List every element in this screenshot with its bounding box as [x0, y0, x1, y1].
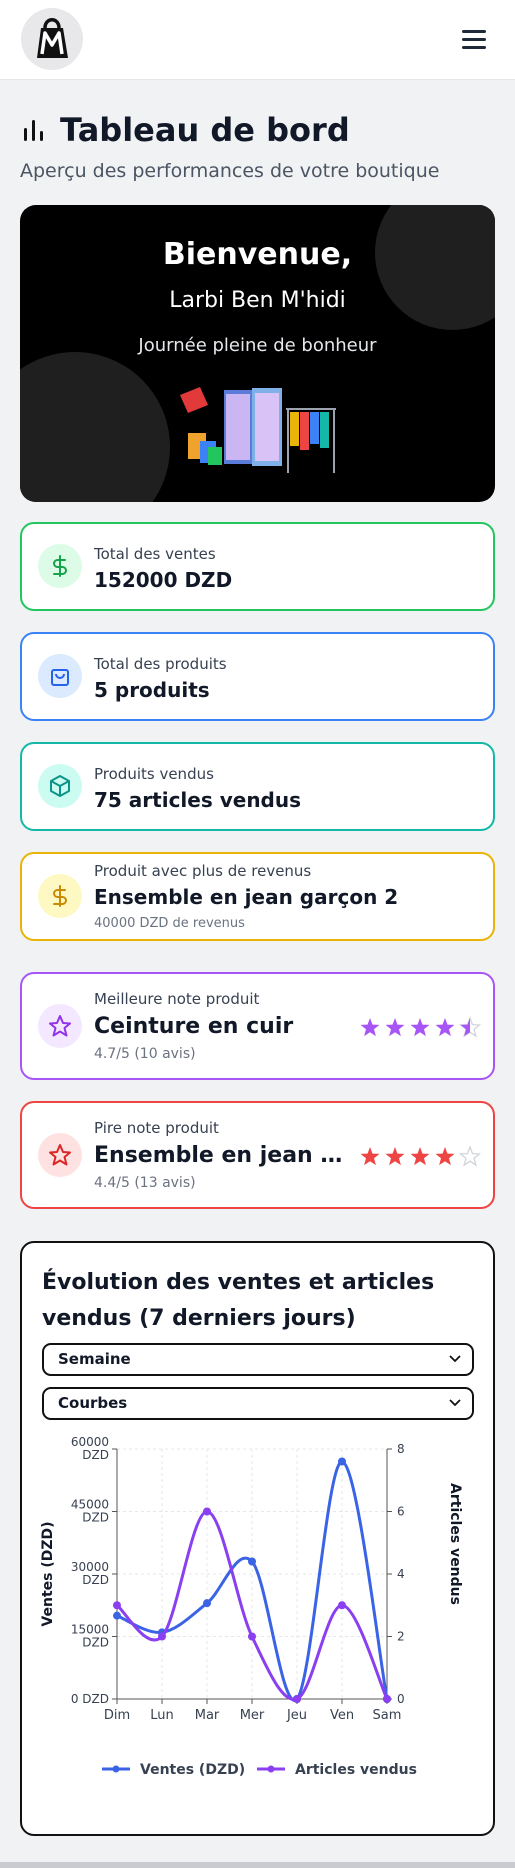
dollar-icon — [38, 544, 82, 588]
welcome-banner: Bienvenue, Larbi Ben M'hidi Journée plei… — [20, 205, 495, 502]
star-filled-icon — [410, 1018, 430, 1037]
stat-value: Ensemble en jean garçon 2 — [94, 885, 399, 909]
stat-subtext: 40000 DZD de revenus — [94, 916, 245, 931]
shop-illustration — [180, 387, 336, 473]
x-tick-label: Mer — [240, 1708, 265, 1723]
stat-label: Produits vendus — [94, 765, 214, 783]
stat-card-worst-rated-product: Pire note produit Ensemble en jean garço… — [20, 1101, 495, 1209]
shopping-bag-m-logo-icon — [37, 18, 68, 58]
stat-label: Total des ventes — [94, 545, 216, 563]
stat-card-total-sales: Total des ventes 152000 DZD — [20, 522, 495, 611]
decorative-circle — [20, 352, 170, 502]
chevron-down-icon — [449, 1355, 461, 1363]
legend-marker — [112, 1765, 120, 1773]
dollar-icon — [38, 874, 82, 918]
star-filled-icon — [360, 1147, 380, 1166]
stat-value: Ensemble en jean garçon 2 — [94, 1143, 354, 1168]
top-navbar — [0, 0, 515, 80]
page-subtitle: Aperçu des performances de votre boutiqu… — [20, 160, 440, 182]
y-tick-label: 15000 DZD — [71, 1623, 109, 1650]
period-select[interactable]: Semaine — [42, 1343, 474, 1376]
period-select-value: Semaine — [58, 1350, 131, 1368]
stat-label: Meilleure note produit — [94, 990, 260, 1008]
stat-subtext: 4.4/5 (13 avis) — [94, 1175, 196, 1191]
shopping-bag-icon — [38, 654, 82, 698]
stat-value: Ceinture en cuir — [94, 1014, 294, 1039]
x-tick-label: Sam — [373, 1708, 402, 1723]
bar-chart-icon — [24, 120, 43, 141]
chart-type-select[interactable]: Courbes — [42, 1387, 474, 1420]
sales-chart-card: Évolution des ventes et articles vendus … — [20, 1241, 495, 1836]
y-tick-label: 30000 DZD — [71, 1560, 109, 1587]
stat-value: 75 articles vendus — [94, 788, 302, 812]
y-tick-label: 0 DZD — [71, 1692, 109, 1706]
legend-marker — [267, 1765, 275, 1773]
data-point[interactable] — [113, 1611, 121, 1620]
welcome-message: Journée pleine de bonheur — [138, 335, 377, 356]
data-point[interactable] — [338, 1457, 346, 1466]
y-axis-title: Ventes (DZD) — [40, 1521, 56, 1626]
data-point[interactable] — [203, 1599, 211, 1608]
stat-card-top-revenue-product: Produit avec plus de revenus Ensemble en… — [20, 852, 495, 941]
star-empty-icon — [458, 1146, 481, 1167]
stat-card-total-products: Total des produits 5 produits — [20, 632, 495, 721]
y-tick-label: 45000 DZD — [71, 1498, 109, 1525]
legend-label[interactable]: Articles vendus — [295, 1762, 417, 1778]
stat-label: Total des produits — [94, 655, 227, 673]
star-filled-icon — [385, 1018, 405, 1037]
star-icon — [38, 1004, 82, 1048]
hamburger-menu-icon[interactable] — [462, 28, 488, 50]
box-icon — [38, 764, 82, 808]
rating-stars — [360, 1146, 481, 1167]
data-point[interactable] — [293, 1695, 301, 1703]
x-tick-label: Ven — [330, 1708, 354, 1723]
y2-tick-label: 2 — [397, 1630, 405, 1644]
data-point[interactable] — [113, 1601, 121, 1610]
data-point[interactable] — [383, 1695, 391, 1703]
logo[interactable] — [21, 8, 83, 70]
x-tick-label: Mar — [195, 1708, 220, 1723]
data-point[interactable] — [248, 1632, 256, 1641]
x-tick-label: Dim — [104, 1708, 130, 1723]
page-title: Tableau de bord — [60, 111, 350, 149]
stat-card-products-sold: Produits vendus 75 articles vendus — [20, 742, 495, 831]
stat-value: 152000 DZD — [94, 568, 233, 592]
welcome-greeting: Bienvenue, — [162, 237, 353, 272]
rating-stars — [360, 1017, 481, 1038]
y2-tick-label: 0 — [397, 1692, 405, 1706]
y2-tick-label: 4 — [397, 1567, 405, 1581]
chart-title: Évolution des ventes et articles vendus … — [42, 1270, 435, 1331]
x-tick-label: Lun — [150, 1708, 174, 1723]
stat-card-best-rated-product: Meilleure note produit Ceinture en cuir … — [20, 972, 495, 1080]
bottom-edge — [0, 1862, 515, 1868]
chevron-down-icon — [449, 1399, 461, 1407]
star-filled-icon — [435, 1018, 455, 1037]
star-filled-icon — [435, 1147, 455, 1166]
y-tick-label: 60000 DZD — [71, 1435, 109, 1462]
line-chart: 0 DZD 15000 DZD 30000 DZD 45000 DZD 60000 DZD 0 2 4… — [40, 1435, 463, 1778]
legend-label[interactable]: Ventes (DZD) — [140, 1762, 245, 1778]
stat-label: Pire note produit — [94, 1119, 219, 1137]
x-tick-label: Jeu — [286, 1708, 307, 1723]
y2-tick-label: 8 — [397, 1442, 405, 1456]
y2-tick-label: 6 — [397, 1505, 405, 1519]
data-point[interactable] — [248, 1557, 256, 1566]
chart-type-select-value: Courbes — [58, 1394, 128, 1412]
star-filled-icon — [410, 1147, 430, 1166]
data-point[interactable] — [203, 1507, 211, 1516]
data-point[interactable] — [338, 1601, 346, 1610]
welcome-user-name: Larbi Ben M'hidi — [169, 288, 346, 313]
star-filled-icon — [360, 1018, 380, 1037]
data-point[interactable] — [158, 1632, 166, 1641]
stat-label: Produit avec plus de revenus — [94, 862, 312, 880]
y2-axis-title: Articles vendus — [447, 1483, 463, 1605]
star-icon — [38, 1133, 82, 1177]
stat-value: 5 produits — [94, 678, 210, 702]
stat-subtext: 4.7/5 (10 avis) — [94, 1046, 196, 1062]
star-filled-icon — [385, 1147, 405, 1166]
